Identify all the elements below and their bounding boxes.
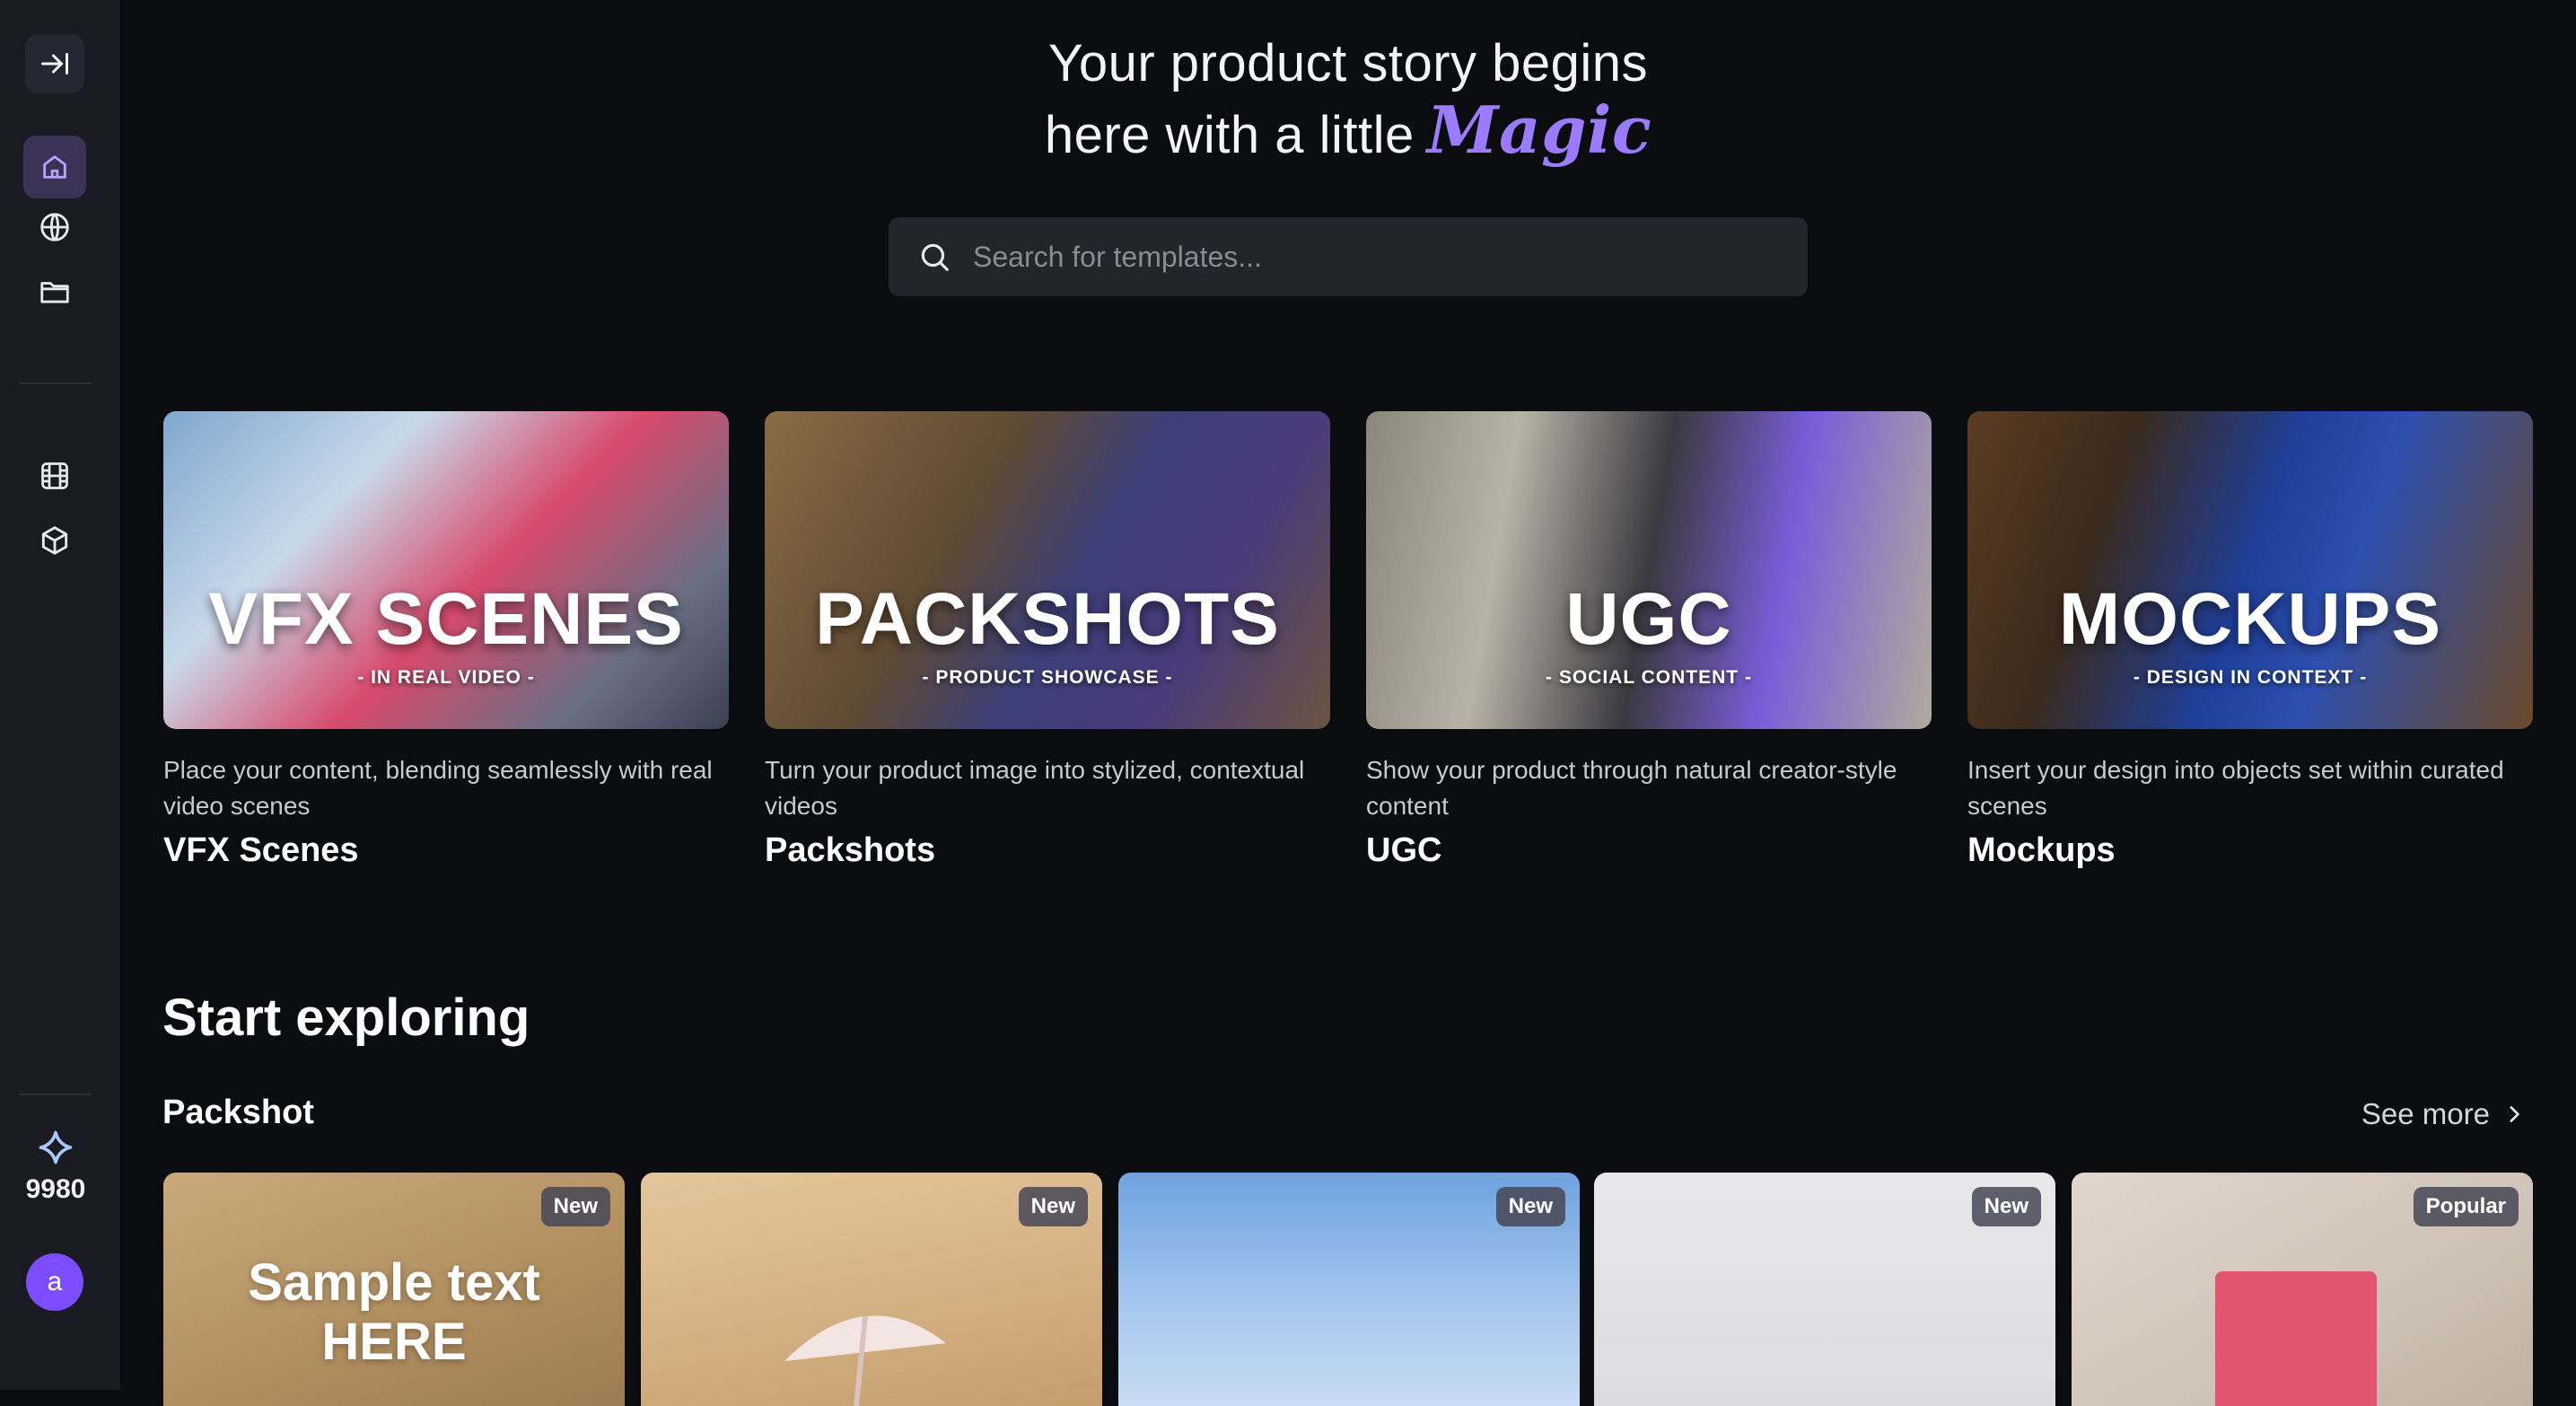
hero-line-2: here with a little Magic <box>120 97 2576 169</box>
template-card[interactable]: New <box>1118 1173 1580 1406</box>
template-card[interactable]: Sample text HERE New <box>163 1173 625 1406</box>
category-card-mockups[interactable]: MOCKUPS - DESIGN IN CONTEXT - Insert you… <box>1967 411 2533 870</box>
category-description: Show your product through natural creato… <box>1366 756 1897 820</box>
template-badge: New <box>1971 1187 2041 1226</box>
umbrella-illustration <box>784 1315 946 1406</box>
category-description: Insert your design into objects set with… <box>1967 756 2504 820</box>
template-badge: New <box>1495 1187 1565 1226</box>
nav-explore-button[interactable] <box>23 196 86 259</box>
category-name: UGC <box>1366 831 1442 869</box>
nav-videos-button[interactable] <box>23 444 86 507</box>
nav-projects-button[interactable] <box>23 260 86 323</box>
collapse-arrow-icon <box>41 53 68 75</box>
category-thumbnail-tag: - PRODUCT SHOWCASE - <box>922 667 1173 688</box>
nav-3d-button[interactable] <box>23 509 86 572</box>
template-badge: New <box>1018 1187 1088 1226</box>
category-card-vfx[interactable]: VFX SCENES - IN REAL VIDEO - Place your … <box>163 411 729 870</box>
product-pouch-illustration <box>2215 1271 2377 1406</box>
template-sample-line-1: Sample text <box>248 1253 540 1312</box>
category-thumbnail-tag: - SOCIAL CONTENT - <box>1546 667 1752 688</box>
category-thumbnail-title: PACKSHOTS <box>815 578 1280 660</box>
category-thumbnail-title: UGC <box>1565 578 1732 660</box>
subsection-title: Packshot <box>162 1094 314 1131</box>
category-thumbnail: UGC - SOCIAL CONTENT - <box>1366 411 1932 729</box>
category-thumbnail-tag: - IN REAL VIDEO - <box>357 667 535 688</box>
category-name: Mockups <box>1967 831 2116 869</box>
category-thumbnail: MOCKUPS - DESIGN IN CONTEXT - <box>1967 411 2533 729</box>
category-thumbnail-title: VFX SCENES <box>208 578 684 660</box>
sparkle-icon <box>39 1130 73 1164</box>
category-name: Packshots <box>765 831 936 869</box>
search-input[interactable] <box>973 240 1781 274</box>
category-description: Place your content, blending seamlessly … <box>163 756 713 820</box>
see-more-link[interactable]: See more <box>2361 1097 2526 1131</box>
template-search-bar[interactable] <box>889 217 1808 296</box>
category-description: Turn your product image into stylized, c… <box>765 756 1305 820</box>
category-name: VFX Scenes <box>163 831 359 869</box>
template-card[interactable]: Popular <box>2072 1173 2533 1406</box>
chevron-right-icon <box>2510 1106 2520 1122</box>
category-thumbnail: PACKSHOTS - PRODUCT SHOWCASE - <box>765 411 1330 729</box>
sidebar-divider <box>20 1094 92 1095</box>
nav-home-button[interactable] <box>23 136 86 198</box>
folder-icon <box>40 282 69 303</box>
category-thumbnail-title: MOCKUPS <box>2058 578 2442 660</box>
home-icon <box>43 155 66 179</box>
search-icon <box>921 243 949 271</box>
template-sample-line-2: HERE <box>321 1313 467 1371</box>
globe-icon <box>40 213 69 242</box>
category-card-packshots[interactable]: PACKSHOTS - PRODUCT SHOWCASE - Turn your… <box>765 411 1330 870</box>
template-sample-text: Sample text HERE <box>163 1253 625 1372</box>
template-badge: New <box>540 1187 610 1226</box>
film-icon <box>41 462 68 489</box>
category-thumbnail-tag: - DESIGN IN CONTEXT - <box>2133 667 2368 688</box>
template-badge: Popular <box>2413 1187 2519 1226</box>
cube-icon <box>41 526 68 555</box>
hero-magic-word: Magic <box>1426 92 1652 168</box>
hero-line-2-text: here with a little <box>1044 106 1415 164</box>
sidebar-divider <box>20 382 92 384</box>
category-card-ugc[interactable]: UGC - SOCIAL CONTENT - Show your product… <box>1366 411 1932 870</box>
section-title: Start exploring <box>162 989 530 1047</box>
hero-line-1: Your product story begins <box>1047 34 1649 92</box>
credits-count: 9980 <box>25 1174 86 1204</box>
template-card[interactable]: New <box>1594 1173 2055 1406</box>
see-more-label: See more <box>2361 1097 2490 1130</box>
template-card[interactable]: New <box>641 1173 1102 1406</box>
collapse-sidebar-button[interactable] <box>25 34 84 93</box>
sidebar: 9980 a <box>0 0 120 1390</box>
hero-heading: Your product story begins here with a li… <box>120 31 2576 169</box>
category-thumbnail: VFX SCENES - IN REAL VIDEO - <box>163 411 729 729</box>
user-avatar[interactable]: a <box>26 1253 83 1311</box>
